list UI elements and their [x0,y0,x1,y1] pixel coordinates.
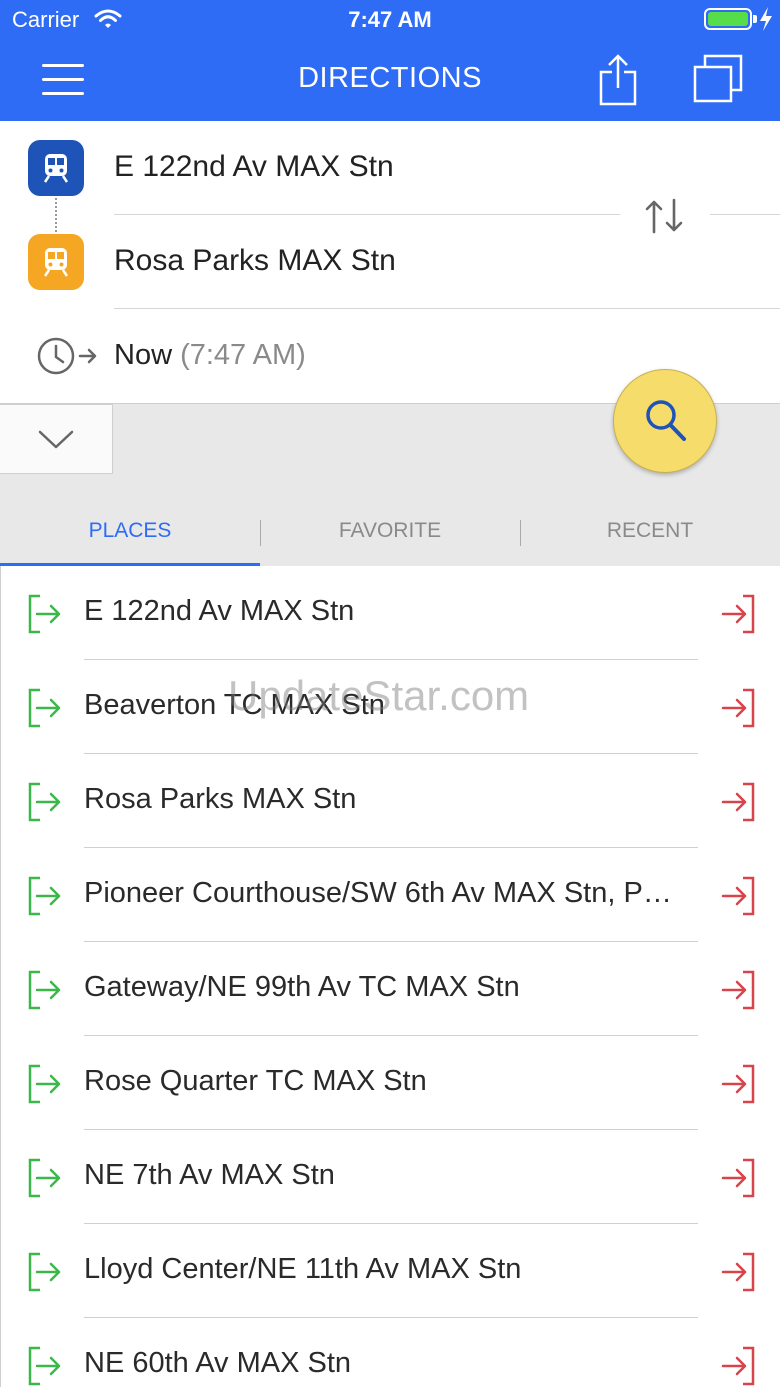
list-item[interactable]: Rosa Parks MAX Stn [1,754,780,848]
list-item[interactable]: Gateway/NE 99th Av TC MAX Stn [1,942,780,1036]
list-item[interactable]: Beaverton TC MAX Stn [1,660,780,754]
destination-field[interactable]: Rosa Parks MAX Stn [114,244,396,278]
set-origin-icon[interactable] [28,876,62,916]
origin-train-icon [28,140,84,196]
place-name: NE 7th Av MAX Stn [84,1159,335,1191]
battery-cap [753,15,757,23]
set-origin-icon[interactable] [28,1346,62,1386]
set-origin-icon[interactable] [28,1064,62,1104]
tab-divider [260,520,261,546]
set-origin-icon[interactable] [28,782,62,822]
set-origin-icon[interactable] [28,1252,62,1292]
set-destination-icon[interactable] [721,688,755,728]
divider [710,214,780,215]
destination-train-icon [28,234,84,290]
set-origin-icon[interactable] [28,688,62,728]
place-name: Rose Quarter TC MAX Stn [84,1065,427,1097]
place-name: Rosa Parks MAX Stn [84,783,357,815]
route-connector [55,198,57,232]
search-button[interactable] [613,369,717,473]
set-destination-icon[interactable] [721,876,755,916]
list-item[interactable]: NE 7th Av MAX Stn [1,1130,780,1224]
share-icon[interactable] [598,54,638,106]
set-destination-icon[interactable] [721,782,755,822]
page-title: DIRECTIONS [298,62,482,94]
swap-icon[interactable] [643,196,685,236]
app-header: Carrier 7:47 AM DIRECTIONS [0,0,780,121]
set-origin-icon[interactable] [28,594,62,634]
status-bar: Carrier 7:47 AM [0,0,780,40]
departure-time[interactable]: Now (7:47 AM) [114,339,306,372]
place-name: Pioneer Courthouse/SW 6th Av MAX Stn, Po… [84,877,684,909]
list-item[interactable]: Pioneer Courthouse/SW 6th Av MAX Stn, Po… [1,848,780,942]
tab-favorite[interactable]: FAVORITE [260,519,520,543]
place-name: Gateway/NE 99th Av TC MAX Stn [84,971,520,1003]
copy-icon[interactable] [692,54,744,104]
set-origin-icon[interactable] [28,1158,62,1198]
set-destination-icon[interactable] [721,1346,755,1386]
place-name: NE 60th Av MAX Stn [84,1347,352,1379]
place-name: E 122nd Av MAX Stn [84,595,355,627]
set-origin-icon[interactable] [28,970,62,1010]
chevron-down-icon [38,430,74,449]
departure-time-label: Now [114,339,173,371]
battery-level [708,12,748,26]
tab-places[interactable]: PLACES [0,519,260,543]
place-name: Beaverton TC MAX Stn [84,689,385,721]
charging-bolt-icon [760,7,772,31]
search-icon [646,400,686,441]
departure-clock-icon [37,337,97,375]
list-item[interactable]: Rose Quarter TC MAX Stn [1,1036,780,1130]
status-time: 7:47 AM [348,7,432,32]
divider [114,214,620,215]
tab-divider [520,520,521,546]
place-name: Lloyd Center/NE 11th Av MAX Stn [84,1253,522,1285]
departure-time-value: (7:47 AM) [180,339,306,371]
set-destination-icon[interactable] [721,594,755,634]
set-destination-icon[interactable] [721,1158,755,1198]
tab-recent[interactable]: RECENT [520,519,780,543]
battery-icon [704,8,752,30]
list-item[interactable]: NE 60th Av MAX Stn [1,1318,780,1387]
list-item[interactable]: E 122nd Av MAX Stn [1,566,780,660]
set-destination-icon[interactable] [721,1252,755,1292]
places-list: E 122nd Av MAX Stn Beaverton TC MAX Stn Ro… [0,566,780,1387]
origin-field[interactable]: E 122nd Av MAX Stn [114,150,394,184]
expand-options-button[interactable] [0,404,113,474]
list-item[interactable]: Lloyd Center/NE 11th Av MAX Stn [1,1224,780,1318]
set-destination-icon[interactable] [721,970,755,1010]
set-destination-icon[interactable] [721,1064,755,1104]
divider [114,308,780,309]
